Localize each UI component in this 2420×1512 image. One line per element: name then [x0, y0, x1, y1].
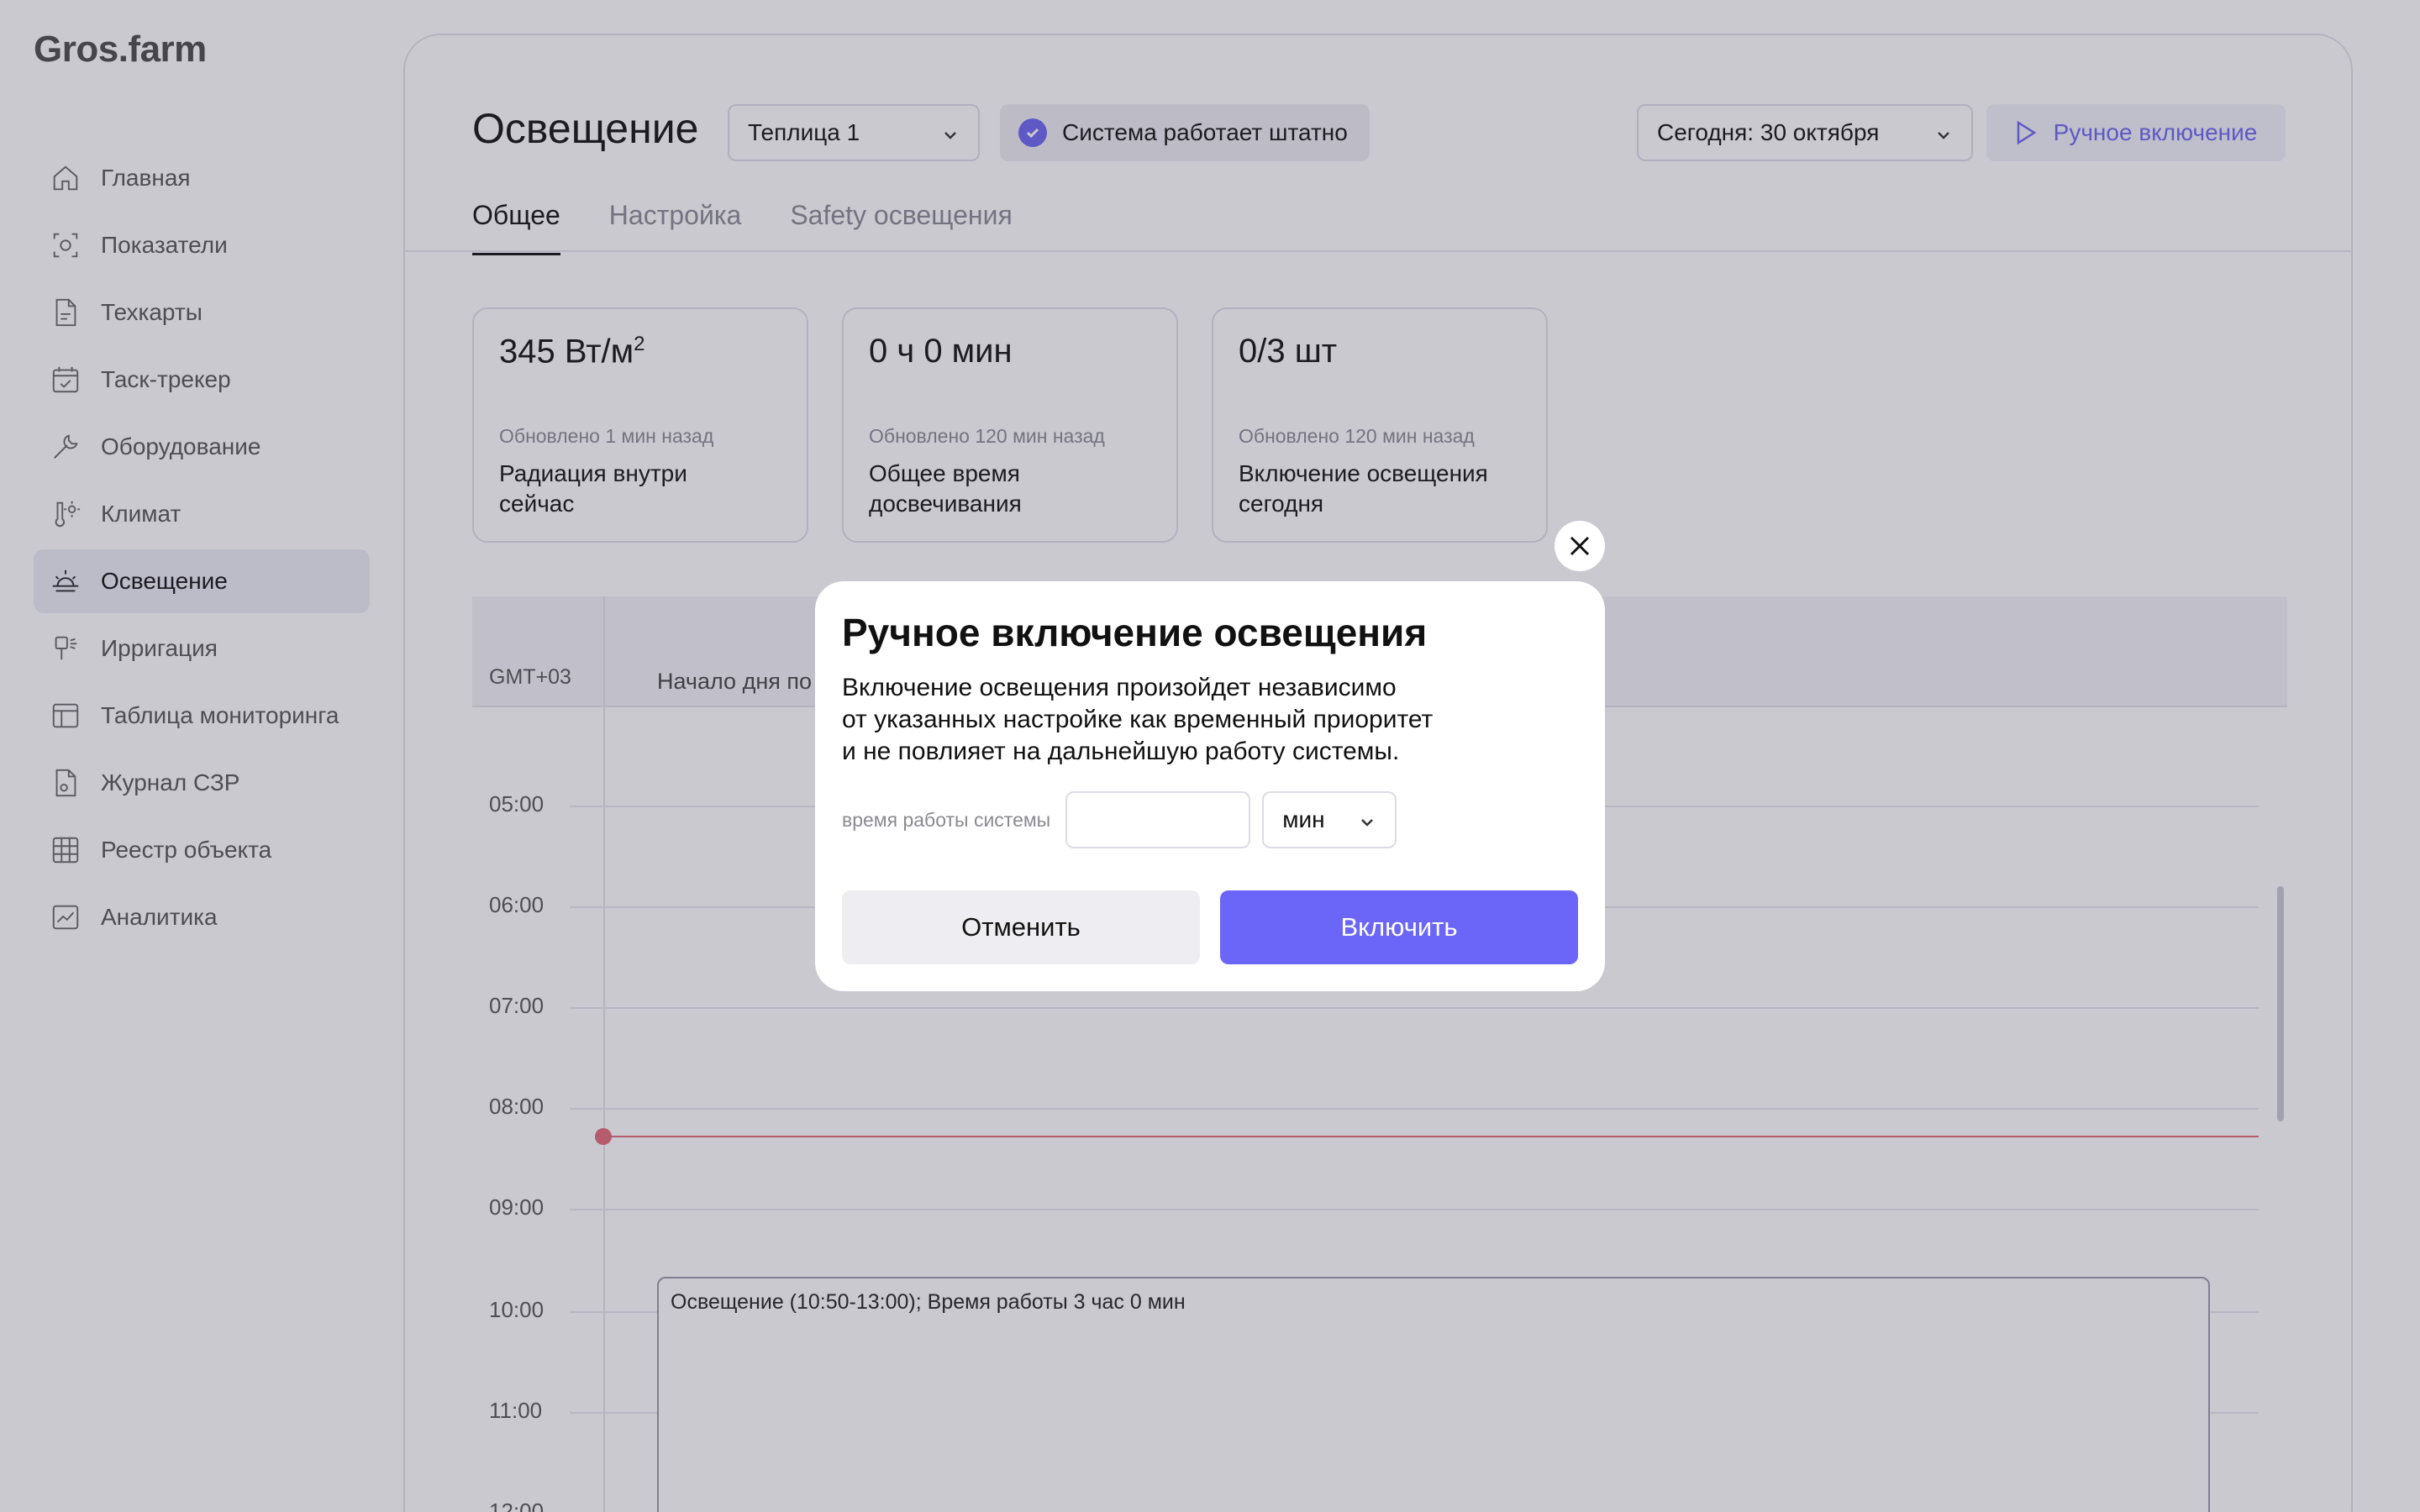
dialog-text-line: Включение освещения произойдет независим… — [842, 674, 1397, 701]
dialog-title: Ручное включение освещения — [842, 611, 1428, 654]
dialog-description: Включение освещения произойдет независим… — [842, 672, 1581, 768]
enable-button[interactable]: Включить — [1220, 890, 1578, 964]
chevron-down-icon — [1358, 811, 1376, 829]
duration-input[interactable] — [1065, 791, 1251, 848]
unit-select-value: мин — [1282, 806, 1325, 832]
dialog-actions: Отменить Включить — [842, 890, 1578, 964]
duration-row: время работы системы мин — [842, 791, 1397, 848]
unit-select[interactable]: мин — [1262, 791, 1397, 848]
close-button[interactable] — [1555, 521, 1605, 571]
manual-lighting-dialog: Ручное включение освещения Включение осв… — [815, 581, 1605, 991]
duration-label: время работы системы — [842, 808, 1051, 831]
cancel-button[interactable]: Отменить — [842, 890, 1200, 964]
close-icon — [1570, 536, 1590, 556]
dialog-text-line: и не повлияет на дальнейшую работу систе… — [842, 738, 1400, 765]
dialog-text-line: от указанных настройке как временный при… — [842, 706, 1434, 733]
